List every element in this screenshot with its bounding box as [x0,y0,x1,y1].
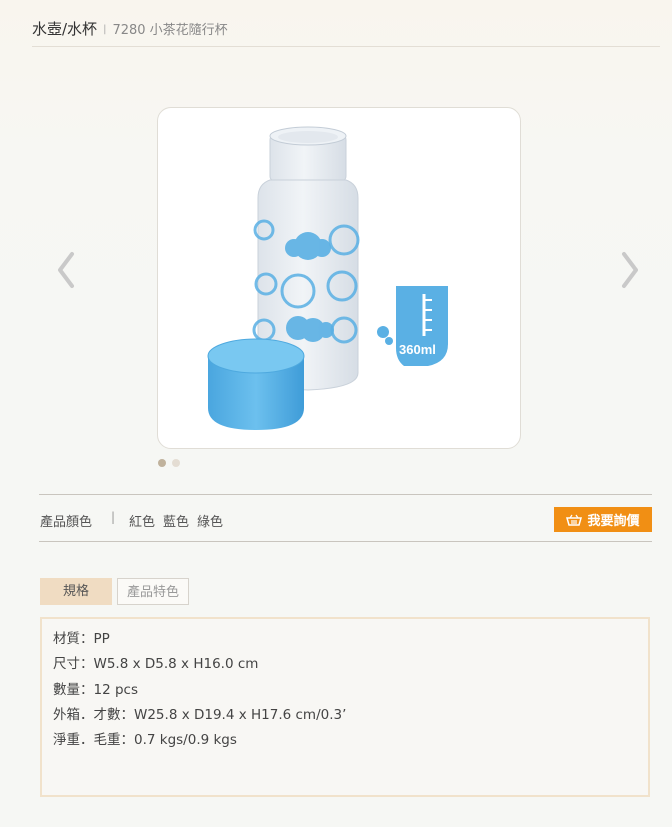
spec-weight: 淨重．毛重：0.7 kgs/0.9 kgs [53,732,237,749]
specifications-panel: 材質：PP 尺寸：W5.8 x D5.8 x H16.0 cm 數量：12 pc… [40,617,650,797]
spec-dimensions: 尺寸：W5.8 x D5.8 x H16.0 cm [53,656,259,673]
color-separator: | [111,510,116,524]
color-option-blue: 藍色 [163,515,190,530]
breadcrumb-current-product: 7280 小茶花隨行杯 [112,23,228,38]
bottle-illustration: 360ml [207,126,448,430]
pagination-dot-2[interactable] [172,459,180,467]
product-color-bar: 產品顏色 | 紅色 藍色 綠色 我要詢價 [39,494,652,542]
spec-carton: 外箱．才數：W25.8 x D19.4 x H17.6 cm/0.3’ [53,706,347,723]
gallery-pagination [158,459,180,467]
color-option-green: 綠色 [197,515,224,530]
product-image: 360ml [157,107,521,449]
product-color-label: 產品顏色 [40,515,93,530]
breadcrumb-category-link[interactable]: 水壺/水杯 [32,20,97,38]
capacity-label: 360ml [399,342,436,357]
next-image-arrow[interactable] [614,248,644,292]
spec-quantity: 數量：12 pcs [53,681,138,698]
color-options: 紅色 藍色 綠色 [129,511,223,530]
chevron-right-icon [622,252,638,288]
chevron-left-icon [58,252,74,288]
inquiry-button-label: 我要詢價 [587,514,640,529]
inquiry-button[interactable]: 我要詢價 [554,507,652,532]
breadcrumb: 水壺/水杯 | 7280 小茶花隨行杯 [32,18,660,47]
capacity-icon: 360ml [377,286,448,366]
color-option-red: 紅色 [129,515,156,530]
breadcrumb-separator: | [103,24,107,35]
basket-icon [566,514,583,526]
spec-material: 材質：PP [53,631,110,647]
pagination-dot-1[interactable] [158,459,166,467]
tab-features[interactable]: 產品特色 [117,578,189,605]
tab-specifications[interactable]: 規格 [40,578,112,605]
previous-image-arrow[interactable] [52,248,82,292]
detail-tabs: 規格 產品特色 [40,578,189,605]
